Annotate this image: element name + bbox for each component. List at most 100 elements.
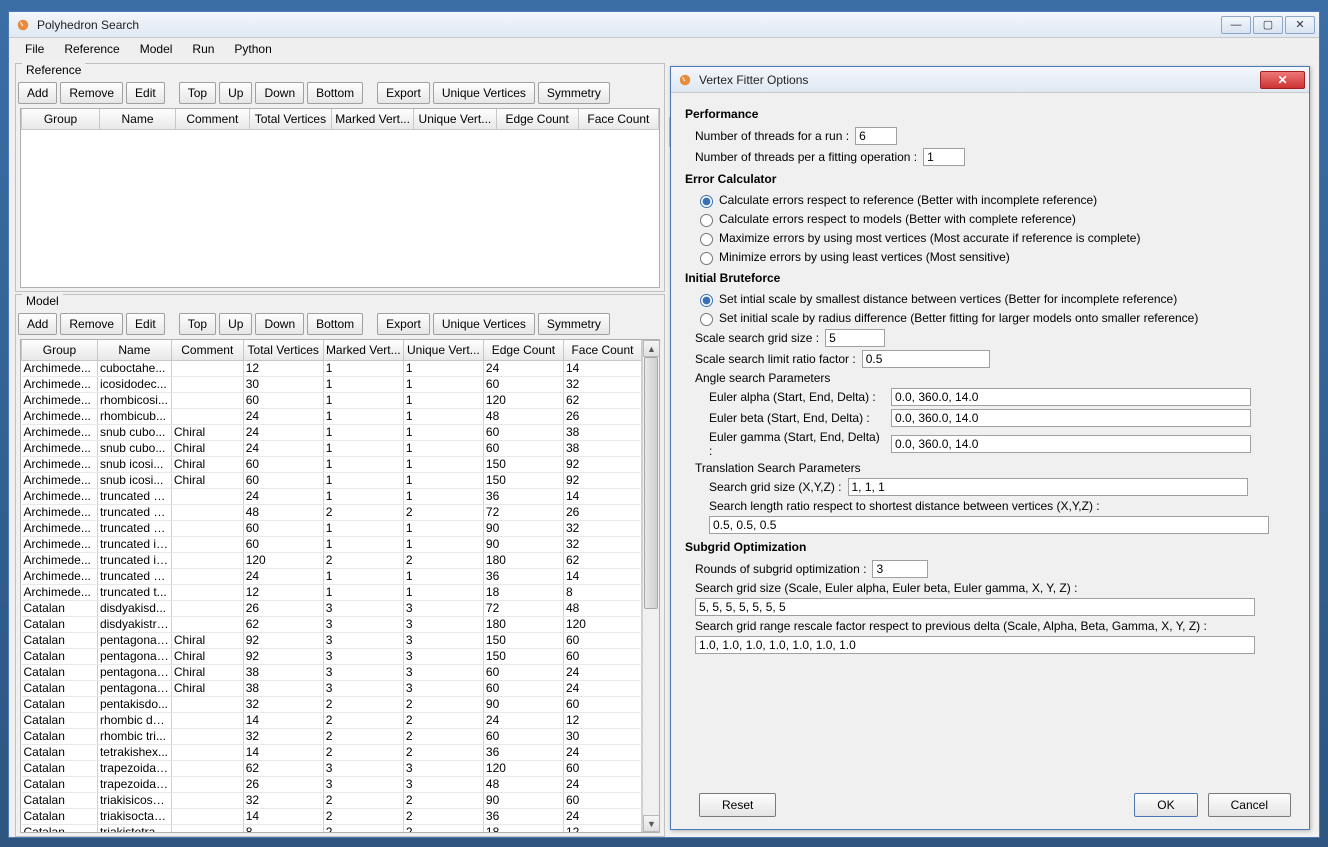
table-row[interactable]: Catalanrhombic do...14222412 [22,712,642,728]
sg-grid-input[interactable] [695,598,1255,616]
err-radio-1[interactable] [700,195,713,208]
ref-bottom-button[interactable]: Bottom [307,82,363,104]
table-row[interactable]: Catalanpentagonal...Chiral923315060 [22,632,642,648]
table-row[interactable]: Archimede...icosidodec...30116032 [22,376,642,392]
dialog-close-button[interactable]: ✕ [1260,71,1305,89]
table-row[interactable]: Archimede...snub icosi...Chiral601115092 [22,456,642,472]
menu-file[interactable]: File [15,40,54,58]
mcol-comment[interactable]: Comment [171,340,243,360]
mdl-add-button[interactable]: Add [18,313,57,335]
scroll-thumb[interactable] [644,357,658,609]
table-row[interactable]: Catalantrapezoidal ...26334824 [22,776,642,792]
table-row[interactable]: Catalandisdyakistri...6233180120 [22,616,642,632]
menu-model[interactable]: Model [130,40,183,58]
euler-a-input[interactable] [891,388,1251,406]
col-edge[interactable]: Edge Count [496,109,578,129]
ref-symmetry-button[interactable]: Symmetry [538,82,610,104]
mcol-edge[interactable]: Edge Count [483,340,563,360]
scale-grid-input[interactable] [825,329,885,347]
mdl-bottom-button[interactable]: Bottom [307,313,363,335]
minimize-button[interactable]: — [1221,16,1251,34]
mcol-total[interactable]: Total Vertices [243,340,323,360]
model-scrollbar[interactable]: ▲ ▼ [642,340,659,832]
menu-python[interactable]: Python [224,40,281,58]
err-radio-4[interactable] [700,252,713,265]
table-row[interactable]: Archimede...rhombicub...24114826 [22,408,642,424]
table-row[interactable]: Catalanpentagonal...Chiral923315060 [22,648,642,664]
col-name[interactable]: Name [100,109,176,129]
table-row[interactable]: Catalanpentakisdo...32229060 [22,696,642,712]
err-radio-2[interactable] [700,214,713,227]
table-row[interactable]: Catalantriakisoctah...14223624 [22,808,642,824]
threads-fit-input[interactable] [923,148,965,166]
table-row[interactable]: Catalanpentagonal...Chiral38336024 [22,664,642,680]
ref-up-button[interactable]: Up [219,82,252,104]
table-row[interactable]: Catalantetrakishex...14223624 [22,744,642,760]
ref-down-button[interactable]: Down [255,82,304,104]
euler-g-input[interactable] [891,435,1251,453]
table-row[interactable]: Archimede...snub cubo...Chiral24116038 [22,440,642,456]
mcol-face[interactable]: Face Count [563,340,641,360]
col-face[interactable]: Face Count [578,109,658,129]
mdl-edit-button[interactable]: Edit [126,313,165,335]
table-row[interactable]: Archimede...snub cubo...Chiral24116038 [22,424,642,440]
col-unique[interactable]: Unique Vert... [414,109,496,129]
table-row[interactable]: Archimede...snub icosi...Chiral601115092 [22,472,642,488]
table-row[interactable]: Archimede...truncated ic...60119032 [22,536,642,552]
mdl-down-button[interactable]: Down [255,313,304,335]
mdl-export-button[interactable]: Export [377,313,430,335]
col-group[interactable]: Group [22,109,100,129]
dialog-titlebar[interactable]: Vertex Fitter Options ✕ [671,67,1309,93]
mcol-name[interactable]: Name [97,340,171,360]
table-row[interactable]: Archimede...cuboctahe...12112414 [22,360,642,376]
table-row[interactable]: Archimede...truncated c...48227226 [22,504,642,520]
mcol-unique[interactable]: Unique Vert... [403,340,483,360]
search-len-input[interactable] [709,516,1269,534]
col-comment[interactable]: Comment [175,109,249,129]
scroll-down-button[interactable]: ▼ [643,815,660,832]
col-total[interactable]: Total Vertices [249,109,331,129]
table-row[interactable]: Catalantrapezoidal ...623312060 [22,760,642,776]
table-row[interactable]: Archimede...truncated t...1211188 [22,584,642,600]
scale-radio-1[interactable] [700,294,713,307]
ref-remove-button[interactable]: Remove [60,82,123,104]
scale-radio-2[interactable] [700,313,713,326]
reference-grid[interactable]: Group Name Comment Total Vertices Marked… [20,108,660,288]
ref-export-button[interactable]: Export [377,82,430,104]
table-row[interactable]: Archimede...rhombicosi...601112062 [22,392,642,408]
sg-rescale-input[interactable] [695,636,1255,654]
reset-button[interactable]: Reset [699,793,776,817]
ref-edit-button[interactable]: Edit [126,82,165,104]
model-grid[interactable]: Group Name Comment Total Vertices Marked… [20,339,660,833]
table-row[interactable]: Archimede...truncated c...24113614 [22,488,642,504]
scroll-up-button[interactable]: ▲ [643,340,660,357]
table-row[interactable]: Catalantriakistetra...8221812 [22,824,642,832]
threads-run-input[interactable] [855,127,897,145]
mdl-symmetry-button[interactable]: Symmetry [538,313,610,335]
mdl-unique-button[interactable]: Unique Vertices [433,313,535,335]
menu-reference[interactable]: Reference [54,40,129,58]
table-row[interactable]: Archimede...truncated d...60119032 [22,520,642,536]
cancel-button[interactable]: Cancel [1208,793,1291,817]
table-row[interactable]: Catalanpentagonal...Chiral38336024 [22,680,642,696]
table-row[interactable]: Archimede...truncated o...24113614 [22,568,642,584]
close-button[interactable]: ✕ [1285,16,1315,34]
table-row[interactable]: Catalandisdyakisd...26337248 [22,600,642,616]
main-titlebar[interactable]: Polyhedron Search — ▢ ✕ [9,12,1319,38]
err-radio-3[interactable] [700,233,713,246]
scale-limit-input[interactable] [862,350,990,368]
maximize-button[interactable]: ▢ [1253,16,1283,34]
ref-top-button[interactable]: Top [179,82,216,104]
ok-button[interactable]: OK [1134,793,1197,817]
table-row[interactable]: Catalantriakisicosa...32229060 [22,792,642,808]
mcol-marked[interactable]: Marked Vert... [323,340,403,360]
menu-run[interactable]: Run [182,40,224,58]
rounds-input[interactable] [872,560,928,578]
col-marked[interactable]: Marked Vert... [332,109,414,129]
table-row[interactable]: Archimede...truncated ic...1202218062 [22,552,642,568]
mcol-group[interactable]: Group [22,340,98,360]
euler-b-input[interactable] [891,409,1251,427]
ref-add-button[interactable]: Add [18,82,57,104]
mdl-up-button[interactable]: Up [219,313,252,335]
mdl-remove-button[interactable]: Remove [60,313,123,335]
